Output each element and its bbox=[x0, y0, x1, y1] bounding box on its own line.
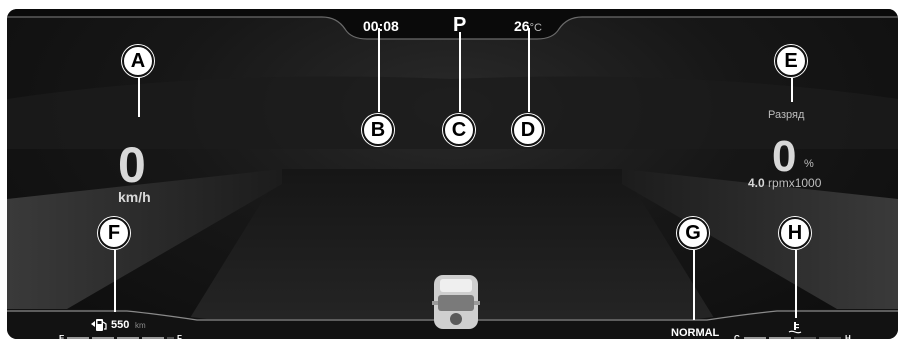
callout-f-leader bbox=[114, 250, 116, 312]
power-mode-label: Разряд bbox=[768, 109, 805, 121]
fuel-gauge-segment bbox=[67, 337, 89, 339]
fuel-full-label: F bbox=[177, 334, 182, 339]
fuel-gauge-segment bbox=[167, 337, 174, 339]
coolant-cold-label: C bbox=[734, 334, 740, 339]
coolant-gauge-segment bbox=[819, 337, 841, 339]
fuel-range-unit: km bbox=[135, 321, 146, 330]
speed-unit: km/h bbox=[118, 189, 151, 205]
speed-value: 0 bbox=[118, 137, 146, 193]
callout-a-leader bbox=[138, 77, 140, 117]
rpm-unit: rpmx1000 bbox=[768, 176, 822, 190]
coolant-hot-label: H bbox=[845, 334, 851, 339]
fuel-gauge-segment bbox=[92, 337, 114, 339]
callout-c: C bbox=[443, 114, 475, 146]
fuel-range-value: 550 bbox=[111, 319, 130, 331]
callout-e-leader bbox=[791, 78, 793, 102]
callout-g: G bbox=[677, 217, 709, 249]
callout-a: A bbox=[122, 45, 154, 77]
power-value: 0 bbox=[772, 132, 797, 181]
callout-d: D bbox=[512, 114, 544, 146]
callout-d-leader bbox=[528, 28, 530, 112]
drive-mode-label: NORMAL bbox=[671, 327, 720, 339]
callout-f: F bbox=[98, 217, 130, 249]
rpm-value: 4.0 bbox=[748, 176, 765, 190]
fuel-empty-label: E bbox=[59, 334, 65, 339]
coolant-gauge-segment bbox=[794, 337, 816, 339]
coolant-gauge-segment bbox=[744, 337, 766, 339]
callout-h: H bbox=[779, 217, 811, 249]
rpm-readout: 4.0 rpmx1000 bbox=[748, 176, 821, 190]
callout-h-leader bbox=[795, 250, 797, 318]
temperature-unit: °C bbox=[529, 22, 542, 34]
clock-time: 00:08 bbox=[363, 18, 399, 34]
fuel-gauge-segment bbox=[142, 337, 164, 339]
fuel-gauge-segment bbox=[117, 337, 139, 339]
callout-b-leader bbox=[378, 28, 380, 112]
callout-g-leader bbox=[693, 250, 695, 320]
callout-e: E bbox=[775, 45, 807, 77]
power-unit: % bbox=[804, 158, 814, 170]
coolant-gauge-segment bbox=[769, 337, 791, 339]
callout-b: B bbox=[362, 114, 394, 146]
callout-c-leader bbox=[459, 32, 461, 112]
fuel-pump-icon bbox=[91, 319, 107, 331]
vehicle-icon bbox=[432, 275, 480, 329]
coolant-temperature-icon bbox=[788, 322, 802, 334]
